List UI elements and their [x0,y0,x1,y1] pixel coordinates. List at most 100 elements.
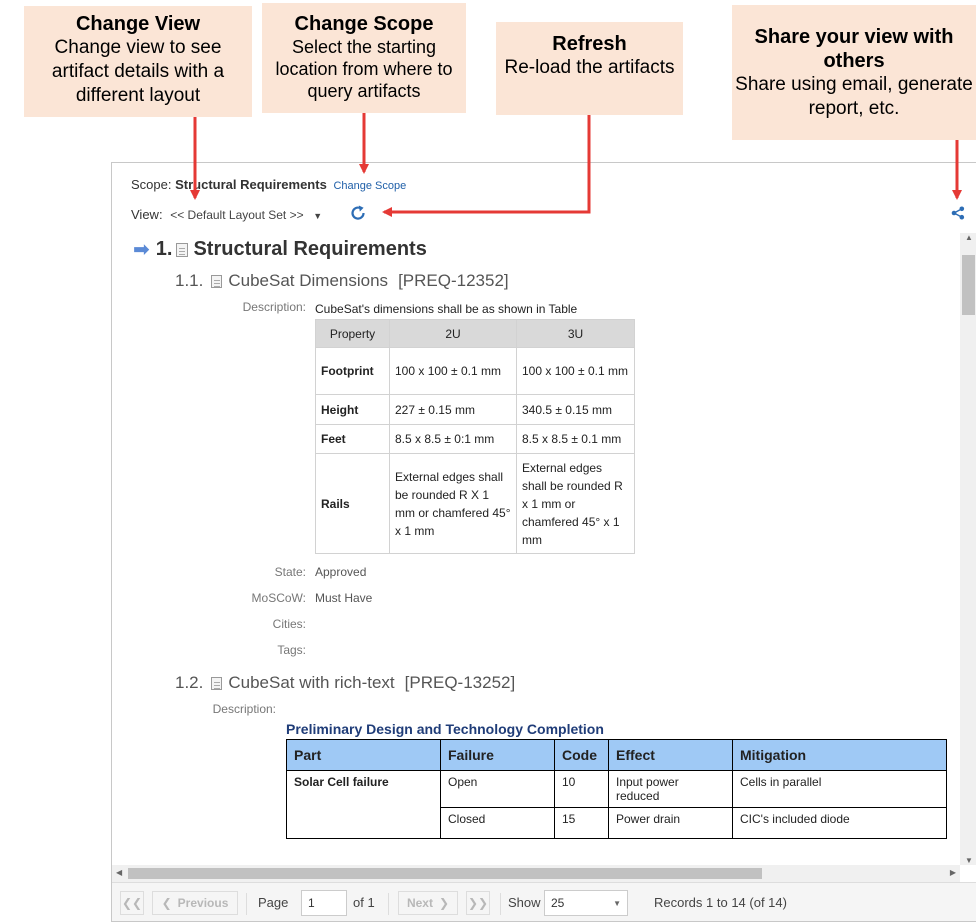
callout-body: Re-load the artifacts [504,57,675,78]
table-cell: 227 ± 0.15 mm [389,394,517,425]
table-cell: External edges shall be rounded R x 1 mm… [516,453,635,554]
callout-refresh: Refresh Re-load the artifacts [496,22,683,115]
table-cell: Footprint [315,347,390,395]
artifact-title[interactable]: CubeSat with rich-text [228,673,394,693]
state-label: State: [274,565,306,579]
callout-change-scope: Change Scope Select the starting locatio… [262,3,466,113]
previous-label: Previous [177,896,229,910]
artifact-id: [PREQ-13252] [404,673,516,692]
horizontal-scrollbar[interactable]: ◀ ▶ [112,865,960,882]
callout-body: Change view to see artifact details with… [51,37,225,106]
callout-title: Change View [75,13,201,35]
next-button[interactable]: Next ❯ [398,891,458,915]
table-row: Height 227 ± 0.15 mm 340.5 ± 0.15 mm [315,394,635,425]
table-row: Rails External edges shall be rounded R … [315,453,635,554]
table-cell: 100 x 100 ± 0.1 mm [389,347,517,395]
callout-title: Refresh [552,33,627,55]
artifact-heading: 1.2. CubeSat with rich-text [PREQ-13252] [175,673,515,693]
separator [246,893,247,915]
table-cell: External edges shall be rounded R X 1 mm… [389,453,517,554]
description-label: Description: [242,300,306,314]
table-cell: Height [315,394,390,425]
table-cell: Rails [315,453,390,554]
change-scope-link[interactable]: Change Scope [333,180,406,192]
screenshot: Change View Change view to see artifact … [0,0,976,922]
scrollbar-thumb[interactable] [128,868,762,879]
callout-title: Change Scope [294,13,434,35]
share-icon[interactable] [950,205,966,221]
next-label: Next [406,896,433,910]
table-header: Failure [440,739,555,771]
table-cell: CIC's included diode [732,807,947,839]
chevron-down-icon[interactable]: ▼ [313,211,322,221]
view-label: View: [131,207,163,222]
table-row: Solar Cell failure Open 10 Input power r… [286,770,947,839]
page-size-value: 25 [551,896,565,910]
view-select[interactable]: << Default Layout Set >> [170,208,303,222]
artifact-panel: Scope: Structural Requirements Change Sc… [111,162,976,922]
table-header: Part [286,739,441,771]
chevron-right-icon: ❯ [438,896,450,910]
page-label: Page [258,895,289,910]
table-header-row: Property 2U 3U [315,319,635,348]
dimensions-table: Property 2U 3U Footprint 100 x 100 ± 0.1… [315,319,635,554]
table-cell: Open [440,770,555,808]
moscow-label: MoSCoW: [251,591,306,605]
scrollbar-thumb[interactable] [962,255,975,315]
last-page-button[interactable]: ❯❯ [466,891,490,915]
table-header: Effect [608,739,733,771]
scroll-up-icon[interactable]: ▲ [965,233,973,242]
table-cell: 100 x 100 ± 0.1 mm [516,347,635,395]
callout-share: Share your view with others Share using … [732,5,976,140]
scroll-right-icon[interactable]: ▶ [950,868,956,877]
section-heading: ➡ 1. Structural Requirements [133,237,427,262]
separator [388,893,389,915]
table-cell: 8.5 x 8.5 ± 0.1 mm [516,424,635,454]
chevron-down-icon: ▼ [613,898,621,908]
failure-table: Part Failure Code Effect Mitigation Sola… [286,739,947,839]
table-cell: Power drain [608,807,733,839]
table-header: 2U [389,319,517,348]
section-title[interactable]: Structural Requirements [193,238,426,261]
table-cell: 8.5 x 8.5 ± 0:1 mm [389,424,517,454]
artifact-number: 1.1. [175,271,204,290]
document-icon [176,242,189,257]
moscow-value: Must Have [315,591,373,605]
table-header: Mitigation [732,739,947,771]
table-row: Feet 8.5 x 8.5 ± 0:1 mm 8.5 x 8.5 ± 0.1 … [315,424,635,454]
refresh-icon[interactable] [348,203,368,223]
rich-text-title: Preliminary Design and Technology Comple… [286,721,604,737]
table-row: Footprint 100 x 100 ± 0.1 mm 100 x 100 ±… [315,347,635,395]
table-cell: 15 [554,807,609,839]
page-size-select[interactable]: 25 ▼ [544,890,628,916]
chevron-left-icon: ❮ [161,896,172,910]
table-header-row: Part Failure Code Effect Mitigation [286,739,947,771]
arrow-right-icon: ➡ [133,239,150,261]
vertical-scrollbar[interactable]: ▲ ▼ [960,233,976,865]
records-count: Records 1 to 14 (of 14) [654,895,787,910]
table-cell: 340.5 ± 0.15 mm [516,394,635,425]
scroll-down-icon[interactable]: ▼ [965,856,973,865]
page-count: of 1 [353,895,375,910]
table-header: Code [554,739,609,771]
separator [500,893,501,915]
previous-button[interactable]: ❮ Previous [152,891,238,915]
callout-title: Share your view with others [754,26,954,72]
pagination-bar: ❮❮ ❮ Previous Page 1 of 1 Next ❯ ❯❯ Show… [112,882,976,921]
table-cell: Feet [315,424,390,454]
view-line: View: << Default Layout Set >> ▼ [131,207,322,222]
scope-label: Scope: [131,177,172,192]
document-view: ➡ 1. Structural Requirements 1.1. CubeSa… [112,233,960,865]
page-input[interactable]: 1 [301,890,347,916]
scroll-left-icon[interactable]: ◀ [116,868,122,877]
table-cell: Input power reduced [608,770,733,808]
scope-line: Scope: Structural Requirements Change Sc… [131,177,406,192]
artifact-heading: 1.1. CubeSat Dimensions [PREQ-12352] [175,271,509,291]
first-page-button[interactable]: ❮❮ [120,891,144,915]
artifact-id: [PREQ-12352] [398,271,509,290]
table-cell: Solar Cell failure [286,770,441,839]
description-label: Description: [212,702,276,716]
table-cell: Closed [440,807,555,839]
cities-label: Cities: [272,617,306,631]
artifact-title[interactable]: CubeSat Dimensions [228,271,388,291]
